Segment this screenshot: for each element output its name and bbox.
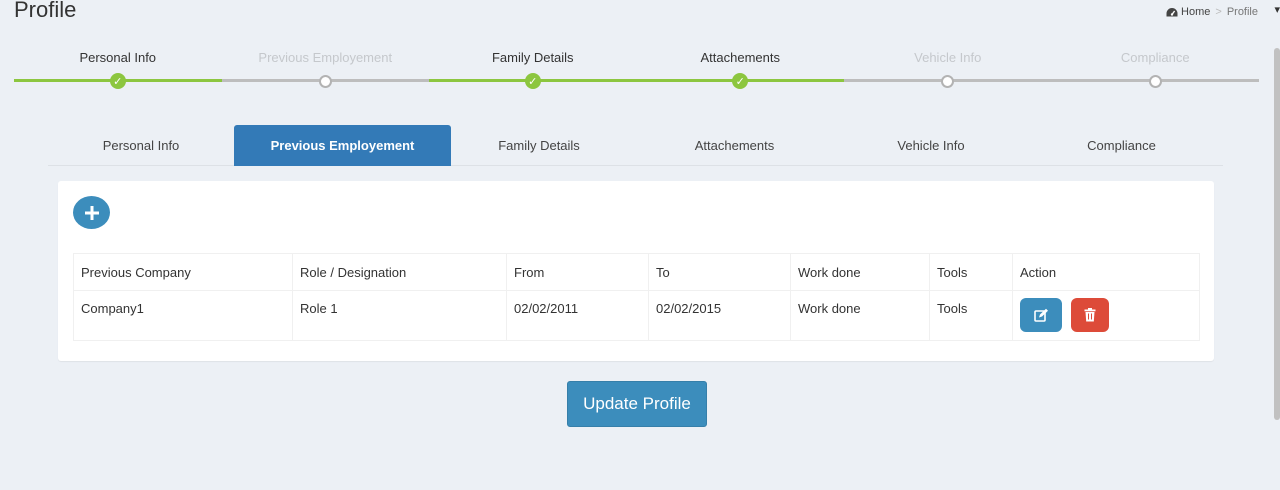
column-header: Work done <box>790 253 930 291</box>
empty-circle-icon <box>941 74 955 88</box>
cell-action <box>1012 290 1200 341</box>
table-header-row: Previous Company Role / Designation From… <box>73 253 1200 291</box>
update-profile-button[interactable]: Update Profile <box>567 381 707 427</box>
step-family-details: Family Details ✓ <box>429 48 637 90</box>
column-header: Tools <box>929 253 1013 291</box>
cell-company: Company1 <box>73 290 293 341</box>
table-row: Company1 Role 1 02/02/2011 02/02/2015 Wo… <box>73 290 1200 341</box>
dashboard-icon <box>1166 7 1178 16</box>
page-title: Profile <box>14 0 77 22</box>
tab-family-details[interactable]: Family Details <box>451 125 627 166</box>
trash-icon <box>1084 308 1096 322</box>
column-header: Previous Company <box>73 253 293 291</box>
corner-arrow-icon: ▾ <box>1274 4 1280 16</box>
step-label: Family Details <box>491 50 574 65</box>
add-employment-button[interactable] <box>73 196 110 229</box>
step-label: Attachements <box>700 50 781 65</box>
edit-icon <box>1033 308 1048 322</box>
employment-panel: Previous Company Role / Designation From… <box>58 181 1214 361</box>
tab-bar: Personal Info Previous Employement Famil… <box>48 125 1223 166</box>
step-compliance: Compliance <box>1051 48 1259 90</box>
edit-button[interactable] <box>1020 298 1062 332</box>
delete-button[interactable] <box>1070 298 1109 332</box>
step-label: Previous Employement <box>258 50 393 65</box>
tab-vehicle-info[interactable]: Vehicle Info <box>842 125 1020 166</box>
check-icon: ✓ <box>524 73 541 89</box>
employment-table: Previous Company Role / Designation From… <box>73 253 1200 341</box>
breadcrumb-home-link[interactable]: Home <box>1166 6 1210 18</box>
step-previous-employement: Previous Employement <box>221 48 429 90</box>
cell-role: Role 1 <box>292 290 507 341</box>
cell-work-done: Work done <box>790 290 930 341</box>
cell-tools: Tools <box>929 290 1013 341</box>
cell-to: 02/02/2015 <box>648 290 791 341</box>
step-label: Compliance <box>1120 50 1190 65</box>
step-vehicle-info: Vehicle Info <box>844 48 1052 90</box>
breadcrumb: Home > Profile <box>1166 6 1258 18</box>
tab-compliance[interactable]: Compliance <box>1020 125 1223 166</box>
scrollbar[interactable] <box>1274 48 1280 420</box>
breadcrumb-separator: > <box>1215 6 1222 18</box>
check-icon: ✓ <box>732 73 749 89</box>
step-label: Personal Info <box>79 50 157 65</box>
column-header: Role / Designation <box>292 253 507 291</box>
check-icon: ✓ <box>109 73 126 89</box>
cell-from: 02/02/2011 <box>506 290 649 341</box>
progress-stepper: Personal Info ✓ Previous Employement Fam… <box>14 48 1259 90</box>
plus-icon <box>84 205 99 220</box>
empty-circle-icon <box>318 74 332 88</box>
empty-circle-icon <box>1148 74 1162 88</box>
step-label: Vehicle Info <box>914 50 982 65</box>
column-header: From <box>506 253 649 291</box>
breadcrumb-current: Profile <box>1226 6 1258 18</box>
column-header: To <box>648 253 791 291</box>
tab-personal-info[interactable]: Personal Info <box>48 125 234 166</box>
step-personal-info: Personal Info ✓ <box>14 48 222 90</box>
column-header: Action <box>1012 253 1200 291</box>
breadcrumb-home-label: Home <box>1181 6 1211 18</box>
step-attachements: Attachements ✓ <box>636 48 844 90</box>
tab-attachements[interactable]: Attachements <box>627 125 842 166</box>
tab-previous-employement[interactable]: Previous Employement <box>234 125 451 166</box>
